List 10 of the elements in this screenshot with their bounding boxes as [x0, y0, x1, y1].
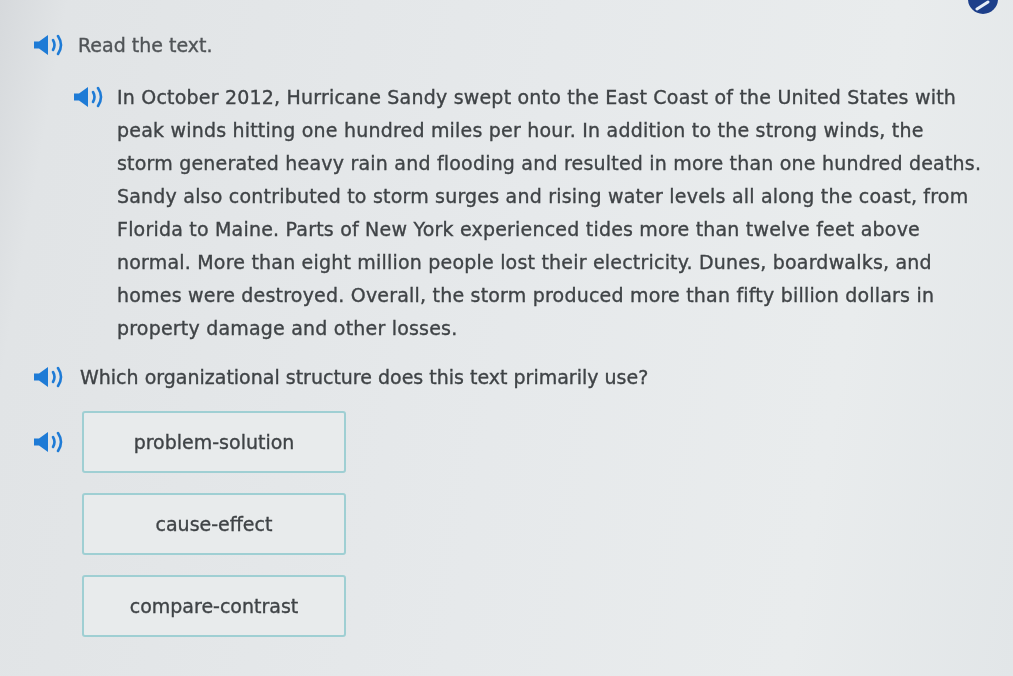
answer-option[interactable]: compare-contrast: [82, 575, 346, 637]
speaker-icon[interactable]: [73, 85, 105, 109]
speaker-icon[interactable]: [33, 430, 65, 454]
passage-text: In October 2012, Hurricane Sandy swept onto the East Coast of the United States with peak winds hitting one hundred miles per hour. In addition to the strong winds, the storm generated heavy rain and flooding and resulted in more than one hundred deaths. Sandy also contributed to storm surges and rising water levels all along the coast, from Florida to Maine. Parts of New York experienced tides more than twelve feet above normal. More than eight million people lost their electricity. Dunes, boardwalks, and homes were destroyed. Overall, the storm produced more than fifty billion dollars in property damage and other losses.: [117, 85, 983, 341]
speaker-icon[interactable]: [33, 365, 65, 389]
answer-option[interactable]: problem-solution: [82, 411, 346, 473]
question-text: Which organizational structure does this text primarily use?: [80, 365, 649, 389]
answer-option[interactable]: cause-effect: [82, 493, 346, 555]
instruction-text: Read the text.: [78, 33, 213, 57]
speaker-icon[interactable]: [33, 33, 65, 57]
